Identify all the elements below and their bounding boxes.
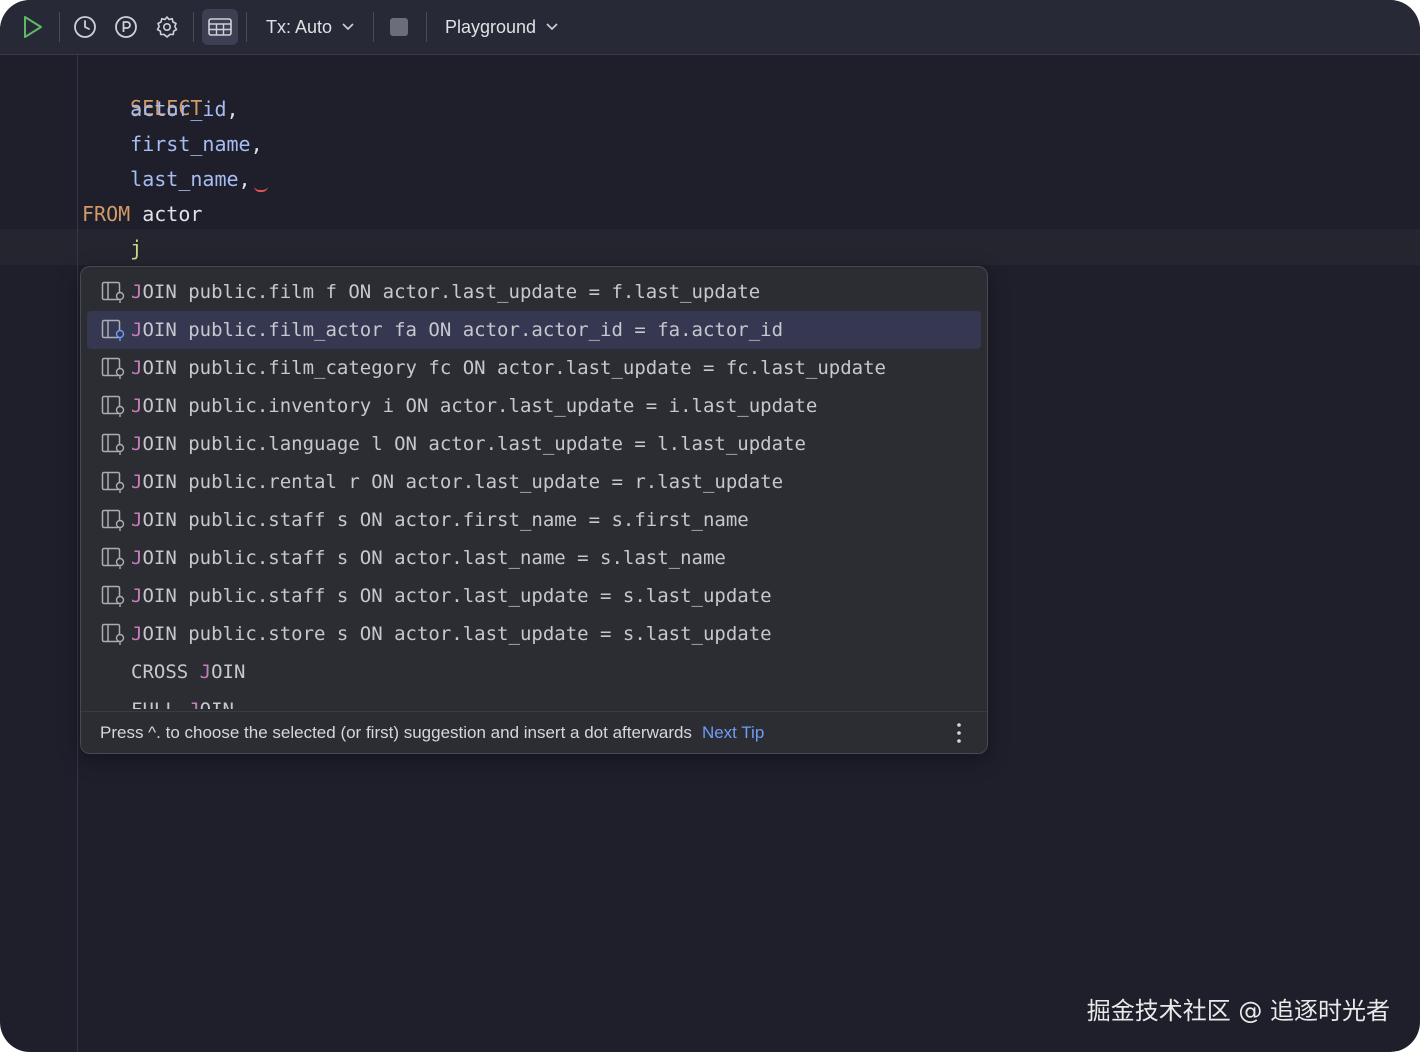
gutter-divider: [77, 55, 78, 1052]
code-line[interactable]: last_name,: [82, 162, 251, 196]
completion-item[interactable]: J OIN public.film f ON actor.last_update …: [87, 273, 981, 311]
completion-item[interactable]: J OIN public.rental r ON actor.last_updat…: [87, 463, 981, 501]
console-dropdown[interactable]: Playground: [445, 14, 558, 40]
history-icon[interactable]: [72, 14, 98, 40]
join-table-icon: [101, 622, 127, 646]
match-highlight: J: [131, 623, 143, 645]
join-table-icon: [101, 470, 127, 494]
transaction-mode-label: Tx: Auto: [266, 16, 333, 37]
code-completion-popup: J OIN public.film f ON actor.last_update …: [80, 266, 988, 754]
code-line[interactable]: actor_id,: [82, 92, 239, 126]
completion-text: OIN: [211, 661, 246, 683]
completion-text: OIN public.store s ON actor.last_update …: [142, 623, 772, 645]
ide-window: Tx: Auto Playground SELECT actor_id, fir…: [0, 0, 1420, 1052]
join-table-icon: [101, 356, 127, 380]
comma: ,: [238, 167, 251, 191]
match-highlight: J: [131, 547, 143, 569]
join-table-icon: [101, 394, 127, 418]
code-line[interactable]: SELECT: [82, 57, 202, 120]
chevron-down-icon: [342, 18, 354, 36]
table-name: actor: [142, 202, 203, 226]
completion-text: OIN public.rental r ON actor.last_update…: [142, 471, 784, 493]
match-highlight: J: [131, 509, 143, 531]
join-table-icon: [101, 432, 127, 456]
column-name: actor_id: [130, 97, 227, 121]
match-highlight: J: [131, 471, 143, 493]
completion-text: OIN public.staff s ON actor.last_name = …: [142, 547, 726, 569]
toolbar-separator: [246, 12, 247, 42]
completion-item[interactable]: J OIN public.store s ON actor.last_update…: [87, 615, 981, 653]
comma: ,: [250, 132, 263, 156]
typed-text: j: [130, 236, 143, 260]
code-line[interactable]: FROM actor: [82, 197, 202, 231]
run-icon[interactable]: [20, 14, 46, 40]
playground-mode-icon[interactable]: [113, 14, 139, 40]
completion-list: J OIN public.film f ON actor.last_update …: [81, 271, 987, 709]
match-highlight: J: [131, 585, 143, 607]
console-label: Playground: [445, 16, 537, 37]
completion-hint: Press ^. to choose the selected (or firs…: [100, 723, 692, 742]
completion-text: OIN public.staff s ON actor.first_name =…: [142, 509, 749, 531]
join-table-icon: [101, 280, 127, 304]
match-highlight: J: [131, 281, 143, 303]
toolbar-separator: [373, 12, 374, 42]
join-table-icon: [101, 318, 127, 342]
watermark: 掘金技术社区 @ 追逐时光者: [1086, 997, 1390, 1025]
completion-text: FULL: [131, 699, 188, 709]
join-table-icon: [101, 584, 127, 608]
current-line-highlight: [0, 229, 1420, 265]
completion-text: OIN: [200, 699, 234, 709]
completion-footer: Press ^. to choose the selected (or firs…: [81, 711, 987, 753]
sql-keyword: FROM: [82, 202, 131, 226]
chevron-down-icon: [546, 18, 558, 36]
completion-item[interactable]: J OIN public.inventory i ON actor.last_up…: [87, 387, 981, 425]
column-name: last_name: [130, 167, 239, 191]
toolbar-separator: [59, 12, 60, 42]
completion-text: OIN public.staff s ON actor.last_update …: [142, 585, 772, 607]
query-toolbar: Tx: Auto Playground: [0, 0, 1420, 55]
toolbar-separator: [426, 12, 427, 42]
code-line[interactable]: first_name,: [82, 127, 263, 161]
stop-icon[interactable]: [389, 17, 409, 37]
settings-gear-icon[interactable]: [154, 14, 180, 40]
match-highlight: J: [188, 699, 199, 709]
error-squiggle: [254, 186, 268, 192]
completion-text: CROSS: [131, 661, 200, 683]
match-highlight: J: [131, 433, 143, 455]
completion-item[interactable]: J OIN public.film_category fc ON actor.la…: [87, 349, 981, 387]
next-tip-link[interactable]: Next Tip: [702, 723, 764, 743]
code-line-current[interactable]: j: [82, 231, 142, 265]
transaction-mode-dropdown[interactable]: Tx: Auto: [266, 14, 354, 40]
completion-text: OIN public.language l ON actor.last_upda…: [142, 433, 806, 455]
completion-text: OIN public.film_actor fa ON actor.actor_…: [142, 319, 784, 341]
match-highlight: J: [131, 357, 143, 379]
join-table-icon: [101, 508, 127, 532]
completion-item[interactable]: J OIN public.staff s ON actor.last_name =…: [87, 539, 981, 577]
completion-text: OIN public.film_category fc ON actor.las…: [142, 357, 886, 379]
completion-item[interactable]: J OIN public.staff s ON actor.first_name …: [87, 501, 981, 539]
toolbar-separator: [193, 12, 194, 42]
comma: ,: [226, 97, 239, 121]
match-highlight: J: [131, 395, 143, 417]
table-view-toggle-icon[interactable]: [202, 9, 238, 45]
completion-item[interactable]: J OIN public.staff s ON actor.last_update…: [87, 577, 981, 615]
completion-text: OIN public.inventory i ON actor.last_upd…: [142, 395, 818, 417]
match-highlight: J: [199, 661, 212, 683]
completion-text: OIN public.film f ON actor.last_update =…: [142, 281, 761, 303]
completion-item-selected[interactable]: J OIN public.film_actor fa ON actor.actor…: [87, 311, 981, 349]
completion-item[interactable]: FULL JOIN: [87, 691, 981, 709]
column-name: first_name: [130, 132, 251, 156]
completion-item[interactable]: CROSS J OIN: [87, 653, 981, 691]
completion-item[interactable]: J OIN public.language l ON actor.last_upd…: [87, 425, 981, 463]
match-highlight: J: [131, 319, 143, 341]
more-options-icon[interactable]: [951, 721, 967, 745]
join-table-icon: [101, 546, 127, 570]
